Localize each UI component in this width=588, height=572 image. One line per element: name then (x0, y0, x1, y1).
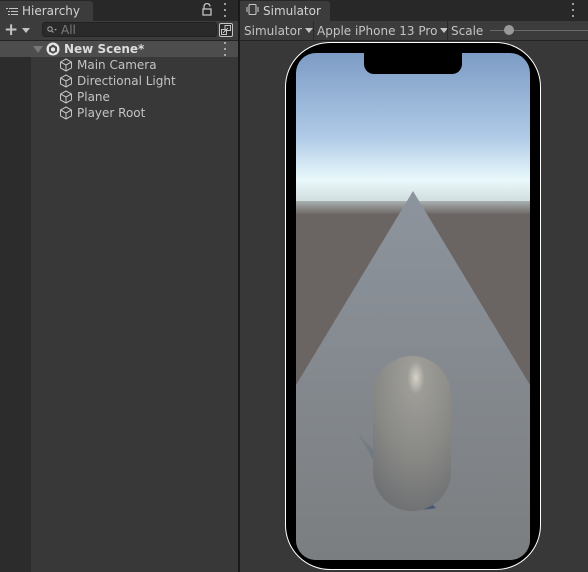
chevron-down-icon (22, 28, 31, 33)
hierarchy-gutter (0, 41, 31, 572)
chevron-down-icon (304, 28, 313, 33)
game-view-screen[interactable] (296, 53, 530, 560)
gameobject-cube-icon (59, 90, 73, 104)
tab-simulator-label: Simulator (263, 4, 321, 18)
tab-hierarchy-label: Hierarchy (22, 4, 81, 18)
hierarchy-toolbar: + All (0, 21, 238, 41)
gameobject-cube-icon (59, 74, 73, 88)
simulator-tab-bar: Simulator (240, 0, 588, 21)
hierarchy-item-label: Main Camera (77, 58, 157, 72)
gameobject-cube-icon (59, 106, 73, 120)
simulator-mode-dropdown[interactable]: Simulator (244, 21, 313, 40)
search-icon (47, 23, 57, 37)
hierarchy-item[interactable]: Main Camera (31, 57, 238, 73)
hierarchy-panel: Hierarchy + All New Scene* Main Camera D… (0, 0, 238, 572)
hierarchy-item-label: Plane (77, 90, 110, 104)
hierarchy-item[interactable]: Player Root (31, 105, 238, 121)
scale-slider[interactable] (490, 21, 588, 40)
toolbar-divider (447, 21, 448, 40)
player-capsule (373, 356, 451, 511)
scale-label: Scale (451, 21, 483, 40)
device-dropdown[interactable]: Apple iPhone 13 Pro (317, 21, 449, 40)
sky (296, 53, 530, 203)
scale-label-text: Scale (451, 23, 484, 38)
list-icon (6, 6, 18, 16)
scene-name: New Scene* (64, 42, 145, 56)
scale-slider-thumb[interactable] (503, 25, 514, 35)
lock-icon[interactable] (202, 2, 212, 19)
device-notch (364, 53, 462, 74)
scene-row[interactable]: New Scene* (0, 41, 238, 57)
scene-visibility-toggle-icon[interactable] (219, 23, 233, 40)
hierarchy-item-label: Player Root (77, 106, 146, 120)
hierarchy-item[interactable]: Directional Light (31, 73, 238, 89)
hierarchy-search-input[interactable]: All (42, 22, 217, 37)
game-scene-render (296, 53, 530, 560)
hierarchy-tab-bar: Hierarchy (0, 0, 238, 21)
gameobject-cube-icon (59, 58, 73, 72)
toolbar-divider (313, 21, 314, 40)
device-label: Apple iPhone 13 Pro (317, 23, 438, 38)
add-object-button[interactable]: + (4, 21, 34, 40)
scene-menu-kebab-icon[interactable] (222, 42, 228, 56)
hierarchy-menu-kebab-icon[interactable] (222, 3, 228, 17)
tab-simulator[interactable]: Simulator (240, 1, 330, 21)
search-placeholder: All (61, 22, 76, 37)
hierarchy-item[interactable]: Plane (31, 89, 238, 105)
simulator-menu-kebab-icon[interactable] (570, 3, 576, 17)
simulator-toolbar: Simulator Apple iPhone 13 Pro Scale (240, 21, 588, 41)
plus-icon: + (4, 20, 19, 40)
device-simulator-icon (246, 3, 259, 18)
expand-triangle-icon[interactable] (33, 46, 43, 53)
tab-hierarchy[interactable]: Hierarchy (0, 1, 93, 21)
simulator-mode-label: Simulator (244, 23, 302, 38)
hierarchy-item-label: Directional Light (77, 74, 176, 88)
